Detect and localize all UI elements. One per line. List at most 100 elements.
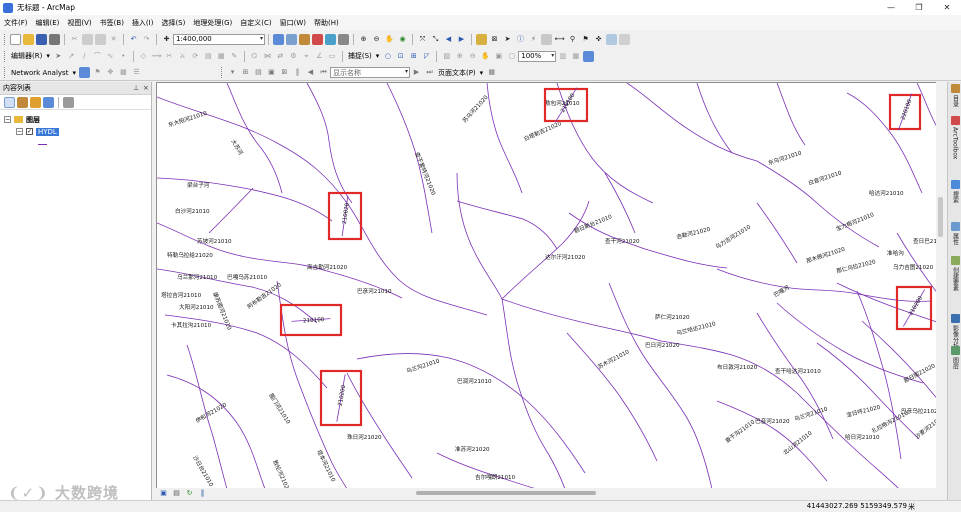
- toolbar-grip[interactable]: [4, 67, 6, 78]
- label-manager-icon[interactable]: ⊞: [240, 67, 251, 78]
- layer-visibility-checkbox[interactable]: ✓: [26, 128, 33, 135]
- model-builder-icon[interactable]: [338, 33, 349, 45]
- vertical-scroll-thumb[interactable]: [938, 197, 943, 237]
- go-to-xy-icon[interactable]: ✜: [593, 34, 604, 45]
- menu-file[interactable]: 文件(F): [4, 18, 28, 28]
- pin-icon[interactable]: ⊥: [133, 84, 139, 92]
- find-icon[interactable]: ⚲: [567, 34, 578, 45]
- collapse-icon[interactable]: −: [16, 128, 23, 135]
- python-window-icon[interactable]: [325, 33, 336, 45]
- copy-icon[interactable]: [82, 33, 93, 45]
- solve-icon[interactable]: ▦: [118, 67, 129, 78]
- layout-zoom-combo[interactable]: 100% ▾: [518, 50, 557, 62]
- identify-icon[interactable]: ⓘ: [515, 34, 526, 45]
- paste-icon[interactable]: [95, 33, 106, 45]
- clear-selection-icon[interactable]: ⊠: [489, 34, 500, 45]
- dock-tab-image-analysis[interactable]: 影像分析: [949, 314, 961, 349]
- directions-icon[interactable]: ☰: [131, 67, 142, 78]
- undo-icon[interactable]: ↶: [128, 34, 139, 45]
- display-name-combo[interactable]: 显示名称 ▾: [329, 67, 410, 78]
- hyperlink-icon[interactable]: ⚡: [528, 34, 539, 45]
- toggle-draft-mode-icon[interactable]: ▥: [557, 51, 568, 62]
- zoom-out-icon[interactable]: ⊖: [371, 34, 382, 45]
- zoom-in-icon[interactable]: ⊕: [358, 34, 369, 45]
- geometric-network-icon[interactable]: ⋈: [262, 51, 273, 62]
- new-document-icon[interactable]: [10, 33, 21, 45]
- rotate-icon[interactable]: ⟳: [190, 51, 201, 62]
- view-unplaced-labels-icon[interactable]: ▣: [266, 67, 277, 78]
- label-weight-icon[interactable]: ▤: [253, 67, 264, 78]
- network-analyst-menu-button[interactable]: Network Analyst: [11, 69, 68, 77]
- layout-select-icon[interactable]: ▧: [441, 51, 452, 62]
- change-layout-icon[interactable]: [583, 50, 595, 62]
- html-popup-icon[interactable]: [541, 33, 552, 45]
- next-page-icon[interactable]: ▶: [411, 67, 422, 78]
- zoom-whole-page-icon[interactable]: ▣: [493, 51, 504, 62]
- point-snapping-icon[interactable]: ○: [382, 51, 393, 62]
- measure-icon[interactable]: ⟷: [554, 34, 565, 45]
- cut-polygons-icon[interactable]: ✂: [164, 51, 175, 62]
- data-view-icon[interactable]: ▣: [158, 488, 169, 499]
- annotation-icon[interactable]: ▾: [227, 67, 238, 78]
- select-features-icon[interactable]: [476, 33, 487, 45]
- first-page-icon[interactable]: ⏮: [318, 67, 329, 78]
- layout-zoom-out-icon[interactable]: ⊖: [467, 51, 478, 62]
- list-by-visibility-icon[interactable]: [30, 96, 41, 108]
- dock-tab-layers[interactable]: 图层: [949, 346, 961, 369]
- last-page-icon[interactable]: ⏭: [424, 67, 435, 78]
- reshape-icon[interactable]: ⟿: [151, 51, 162, 62]
- dock-tab-catalog[interactable]: 目录: [949, 84, 961, 107]
- point-icon[interactable]: •: [118, 51, 129, 62]
- time-slider-icon[interactable]: [606, 33, 617, 45]
- maximize-button[interactable]: ❐: [905, 0, 933, 15]
- dock-tab-properties[interactable]: 属性: [949, 222, 961, 245]
- focus-data-frame-icon[interactable]: ▦: [570, 51, 581, 62]
- trace-icon[interactable]: ∿: [105, 51, 116, 62]
- menu-selection[interactable]: 选择(S): [161, 18, 185, 28]
- fixed-zoom-in-icon[interactable]: ⤧: [417, 34, 428, 45]
- layout-view-icon[interactable]: ▤: [171, 488, 182, 499]
- chevron-down-icon[interactable]: ▾: [480, 69, 484, 77]
- lock-labels-icon[interactable]: ⊠: [279, 67, 290, 78]
- collapse-icon[interactable]: −: [4, 116, 11, 123]
- list-by-source-icon[interactable]: [17, 96, 28, 108]
- dock-tab-arctoolbox[interactable]: ArcToolbox: [949, 116, 961, 159]
- forward-extent-icon[interactable]: ▶: [456, 34, 467, 45]
- edge-snapping-icon[interactable]: ◸: [421, 51, 432, 62]
- menu-geoprocessing[interactable]: 地理处理(G): [193, 18, 232, 28]
- delete-icon[interactable]: ✕: [108, 34, 119, 45]
- sketch-properties-icon[interactable]: ▦: [216, 51, 227, 62]
- arctoolbox-icon[interactable]: [312, 33, 323, 45]
- end-point-arc-icon[interactable]: ⌒: [92, 51, 103, 62]
- menu-help[interactable]: 帮助(H): [314, 18, 339, 28]
- layer-row-hydl[interactable]: − ✓ HYDL: [16, 126, 59, 137]
- save-icon[interactable]: [36, 33, 47, 45]
- menu-windows[interactable]: 窗口(W): [280, 18, 306, 28]
- list-by-drawing-order-icon[interactable]: [4, 96, 15, 108]
- hydrology-map-canvas[interactable]: 东大阳河21010 大苏河梁台子河白沙河21010 苏坡河21010 特勒乌拉给210…: [157, 83, 946, 488]
- editor-toolbar-icon[interactable]: [273, 33, 284, 45]
- pause-labeling-icon[interactable]: ‖: [292, 67, 303, 78]
- find-route-icon[interactable]: ⚑: [580, 34, 591, 45]
- page-text-menu-button[interactable]: 页面文本(P): [438, 68, 476, 78]
- vertex-snapping-icon[interactable]: ⊞: [408, 51, 419, 62]
- select-move-location-icon[interactable]: ✥: [105, 67, 116, 78]
- end-snapping-icon[interactable]: ⊡: [395, 51, 406, 62]
- menu-insert[interactable]: 插入(I): [132, 18, 154, 28]
- back-extent-icon[interactable]: ◀: [443, 34, 454, 45]
- map-display[interactable]: 东大阳河21010 大苏河 梁台子河 白沙河21010 苏坡河21010 特勒乌拉给210…: [156, 82, 946, 488]
- topology-icon[interactable]: ⌬: [249, 51, 260, 62]
- map-horizontal-scrollbar[interactable]: ▣ ▤ ↻ ‖: [156, 488, 946, 499]
- redo-icon[interactable]: ↷: [141, 34, 152, 45]
- toolbar-grip[interactable]: [4, 50, 6, 62]
- map-vertical-scrollbar[interactable]: [936, 82, 946, 488]
- options-icon[interactable]: ▦: [486, 67, 497, 78]
- zoom-100-icon[interactable]: ▢: [506, 51, 517, 62]
- snapping-menu-button[interactable]: 捕捉(S): [348, 51, 372, 61]
- edit-annotation-icon[interactable]: ↗: [66, 51, 77, 62]
- close-button[interactable]: ✕: [933, 0, 961, 15]
- create-features-icon[interactable]: ✎: [229, 51, 240, 62]
- dock-tab-search[interactable]: 搜索: [949, 180, 961, 203]
- list-by-selection-icon[interactable]: [43, 96, 54, 108]
- add-data-icon[interactable]: ✚: [161, 34, 172, 45]
